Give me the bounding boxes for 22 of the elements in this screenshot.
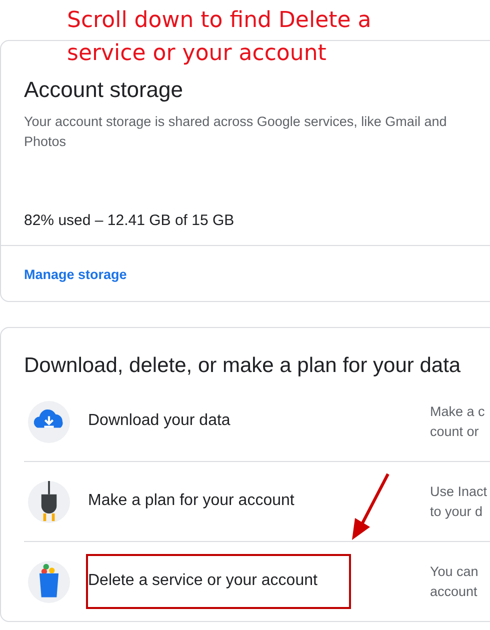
annotation-text: Scroll down to find Delete a service or your account <box>67 7 372 68</box>
row-description: Make a c <box>430 402 486 420</box>
card-title: Account storage <box>24 77 184 103</box>
list-row[interactable]: Delete a service or your account You can account <box>24 542 490 621</box>
plug-icon <box>28 480 70 522</box>
list-row[interactable]: Make a plan for your account Use Inact to your d <box>24 462 490 542</box>
list-row[interactable]: Download your data Make a c count or <box>24 382 490 462</box>
row-description: You can <box>430 562 480 580</box>
row-label: Make a plan for your account <box>87 491 296 511</box>
storage-usage: 82% used – 12.41 GB of 15 GB <box>24 212 236 229</box>
card-description: Your account storage is shared across Google services, like Gmail and Photos <box>24 113 448 151</box>
row-label: Delete a service or your account <box>86 554 351 609</box>
row-label: Download your data <box>87 411 232 431</box>
row-description: account <box>430 582 478 600</box>
cloud-download-icon <box>28 400 70 442</box>
card-title: Download, delete, or make a plan for your data <box>23 354 462 378</box>
manage-storage-link[interactable]: Manage storage <box>24 267 127 282</box>
row-description: count or <box>430 422 480 440</box>
arrow-drawing <box>350 472 390 542</box>
row-description: Use Inact <box>430 482 488 500</box>
row-description: to your d <box>430 502 484 521</box>
trash-bin-icon <box>28 560 70 602</box>
